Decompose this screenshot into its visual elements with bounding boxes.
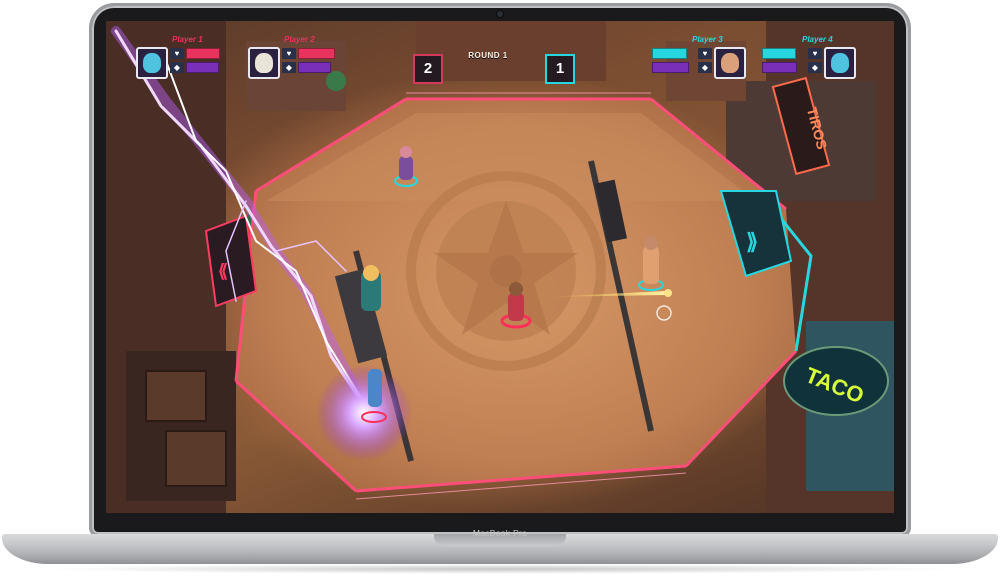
shield-icon: ◆	[698, 62, 712, 73]
heart-icon: ♥	[282, 48, 296, 59]
player2-portrait	[248, 47, 280, 79]
score-right: 1	[545, 54, 575, 84]
heart-icon: ♥	[698, 48, 712, 59]
impact-burst	[316, 365, 412, 461]
player3-health-bar	[652, 48, 687, 59]
arena-graphics: ⟫ ⟪ TACO TIROS	[106, 21, 894, 513]
player4-portrait	[824, 47, 856, 79]
taco-sign: TACO	[783, 346, 889, 416]
player1-energy-bar	[186, 62, 219, 73]
player3-name: Player 3	[692, 35, 723, 44]
player2-energy-bar	[298, 62, 331, 73]
player4-health-bar	[762, 48, 796, 59]
round-label: ROUND 1	[468, 51, 508, 60]
player2-name: Player 2	[284, 35, 315, 44]
brand-label: MacBook Pro	[472, 528, 528, 538]
svg-text:⟪: ⟪	[218, 261, 228, 281]
player3-energy-bar	[652, 62, 689, 73]
game-screen[interactable]: ⟫ ⟪ TACO TIROS Player 1 ♥ ◆ Player 2 ♥ ◆…	[106, 21, 894, 513]
player4-name: Player 4	[802, 35, 833, 44]
player1-health-bar	[186, 48, 220, 59]
player4-hud: Player 4 ♥ ◆	[762, 35, 862, 79]
svg-text:⟫: ⟫	[746, 229, 758, 254]
heart-icon: ♥	[170, 48, 184, 59]
player1-portrait	[136, 47, 168, 79]
player1-hud: Player 1 ♥ ◆	[136, 35, 236, 79]
shield-icon: ◆	[808, 62, 822, 73]
player3-portrait	[714, 47, 746, 79]
score-left: 2	[413, 54, 443, 84]
shield-icon: ◆	[170, 62, 184, 73]
arena-scene[interactable]: ⟫ ⟪ TACO TIROS Player 1 ♥ ◆ Player 2 ♥ ◆…	[106, 21, 894, 513]
player4-energy-bar	[762, 62, 797, 73]
laptop-shadow	[40, 564, 960, 574]
camera-icon	[497, 11, 503, 17]
player2-hud: Player 2 ♥ ◆	[248, 35, 348, 79]
player1-name: Player 1	[172, 35, 203, 44]
shield-icon: ◆	[282, 62, 296, 73]
player2-health-bar	[298, 48, 335, 59]
player3-hud: Player 3 ♥ ◆	[652, 35, 752, 79]
heart-icon: ♥	[808, 48, 822, 59]
